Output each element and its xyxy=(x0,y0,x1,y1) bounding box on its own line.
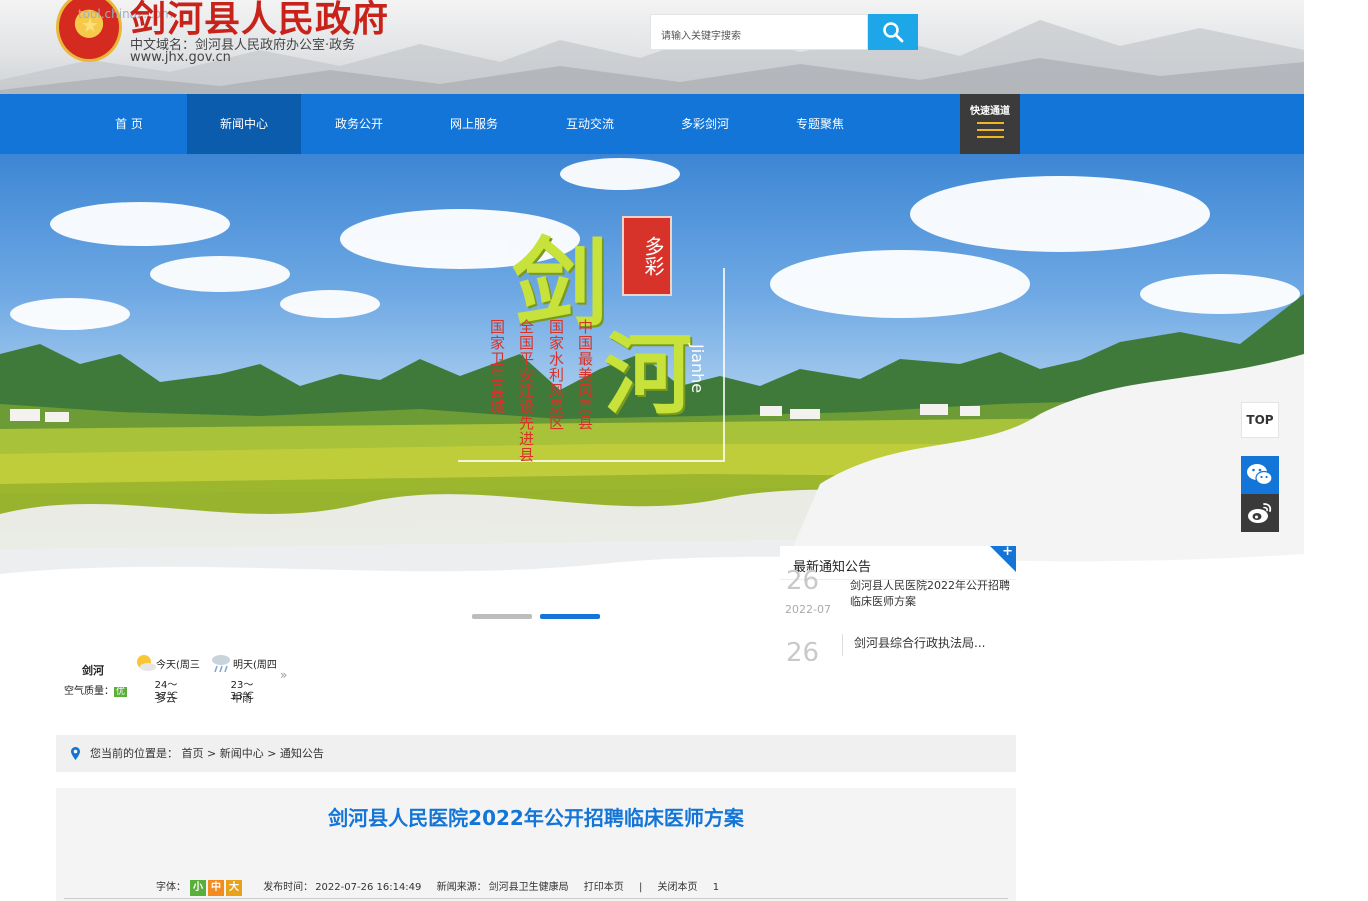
article-title: 剑河县人民医院2022年公开招聘临床医师方案 xyxy=(328,806,744,830)
notice-panel: 最新通知公告 + 26 2022-07 剑河县人民医院2022年公开招聘临床医师… xyxy=(780,546,1016,661)
publish-time: 2022-07-26 16:14:49 xyxy=(315,882,422,893)
search-icon xyxy=(883,22,904,43)
close-button[interactable]: 关闭本页 xyxy=(658,882,698,893)
menu-icon xyxy=(977,122,1004,143)
weather-widget: 剑河 空气质量：优 今天(周三 24～37℃ 多云 明天(周四 23～33℃ 中… xyxy=(60,650,300,710)
honor-4: 国家卫生县城 xyxy=(488,319,506,415)
quick-access-button[interactable]: 快速通道 xyxy=(960,94,1020,154)
breadcrumb-path[interactable]: 首页 > 新闻中心 > 通知公告 xyxy=(182,747,324,760)
honor-3: 全国平安建设先进县 xyxy=(517,319,535,463)
main-nav: 首 页 新闻中心 政务公开 网上服务 互动交流 多彩剑河 专题聚焦 快速通道 xyxy=(0,94,1304,154)
site-header: ★ tool.chinaz.com 剑河县人民政府 中文域名：剑河县人民政府办公… xyxy=(0,0,1304,94)
honor-2: 国家水利风景区 xyxy=(547,319,565,431)
breadcrumb: 您当前的位置是： 首页 > 新闻中心 > 通知公告 xyxy=(56,735,1016,772)
aqi-value: 优 xyxy=(114,687,128,697)
weather-aqi: 空气质量：优 xyxy=(64,682,128,697)
plus-icon[interactable]: + xyxy=(1002,546,1013,559)
weibo-button[interactable] xyxy=(1241,494,1279,532)
weibo-icon xyxy=(1248,503,1272,523)
wechat-button[interactable] xyxy=(1241,456,1279,494)
weather-tomorrow-desc: 中雨 xyxy=(232,694,252,705)
meta-separator: | xyxy=(638,882,643,893)
site-url: www.jhx.gov.cn xyxy=(130,50,231,65)
wechat-icon xyxy=(1247,464,1273,486)
font-large-button[interactable]: 大 xyxy=(226,880,242,896)
font-medium-button[interactable]: 中 xyxy=(208,880,224,896)
weather-city: 剑河 xyxy=(82,664,104,677)
article-panel: 剑河县人民医院2022年公开招聘临床医师方案 字体： 小中大 发布时间： 2022-… xyxy=(56,788,1016,901)
sun-icon xyxy=(137,655,156,671)
back-to-top-button[interactable]: TOP xyxy=(1241,402,1279,438)
font-small-button[interactable]: 小 xyxy=(190,880,206,896)
nav-item-colorful-jianhe[interactable]: 多彩剑河 xyxy=(648,94,762,154)
nav-item-news[interactable]: 新闻中心 xyxy=(187,94,301,154)
weather-tomorrow-name: 明天(周四 xyxy=(233,660,277,671)
notice-day: 26 xyxy=(786,638,820,661)
slider-dot-1[interactable] xyxy=(472,614,532,619)
breadcrumb-prefix: 您当前的位置是： xyxy=(90,747,178,760)
notice-divider xyxy=(842,634,843,656)
notice-month: 2022-07 xyxy=(785,603,831,616)
source-label: 新闻来源： xyxy=(436,882,487,893)
meta-extra: 1 xyxy=(712,882,720,893)
slider-dot-2[interactable] xyxy=(540,614,600,619)
rain-icon xyxy=(212,655,230,673)
hero-banner: 剑 河 多彩 Jianhe 中国最美风景县 国家水利风景区 全国平安建设先进县 … xyxy=(0,154,1304,624)
nav-item-online-service[interactable]: 网上服务 xyxy=(417,94,531,154)
search-button[interactable] xyxy=(868,14,918,50)
notice-link[interactable]: 剑河县综合行政执法局... xyxy=(854,635,1014,651)
honor-1: 中国最美风景县 xyxy=(576,319,594,431)
font-size-label: 字体： xyxy=(156,882,186,893)
nav-item-interaction[interactable]: 互动交流 xyxy=(533,94,647,154)
weather-today-name: 今天(周三 xyxy=(156,660,200,671)
location-icon xyxy=(71,747,80,760)
notice-link[interactable]: 剑河县人民医院2022年公开招聘临床医师方案 xyxy=(850,578,1010,610)
nav-item-topics[interactable]: 专题聚焦 xyxy=(763,94,877,154)
nav-item-home[interactable]: 首 页 xyxy=(72,94,186,154)
publish-time-label: 发布时间： xyxy=(263,882,314,893)
aqi-label: 空气质量： xyxy=(64,686,114,697)
nav-item-gov-affairs[interactable]: 政务公开 xyxy=(302,94,416,154)
notice-day: 26 xyxy=(786,566,820,596)
article-divider xyxy=(64,898,1008,899)
search-input[interactable]: 请输入关键字搜索 xyxy=(650,14,868,50)
print-button[interactable]: 打印本页 xyxy=(584,882,624,893)
weather-more-icon[interactable]: » xyxy=(280,668,287,682)
article-meta: 字体： 小中大 发布时间： 2022-07-26 16:14:49 新闻来源： 剑河县… xyxy=(156,878,731,896)
source-value: 剑河县卫生健康局 xyxy=(488,882,569,893)
quick-access-label: 快速通道 xyxy=(970,106,1010,117)
weather-today-desc: 多云 xyxy=(156,694,176,705)
